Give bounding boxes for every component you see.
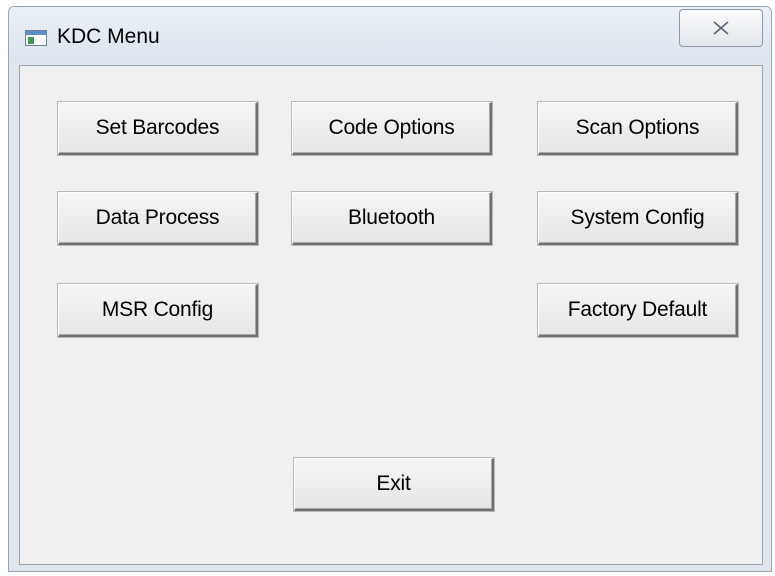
factory-default-button[interactable]: Factory Default (538, 284, 738, 337)
bluetooth-button[interactable]: Bluetooth (292, 192, 492, 245)
set-barcodes-button[interactable]: Set Barcodes (58, 102, 258, 155)
window-app-icon (25, 30, 47, 46)
system-config-button[interactable]: System Config (538, 192, 738, 245)
dialog-client-area: Set Barcodes Code Options Scan Options D… (19, 65, 763, 565)
title-bar[interactable]: KDC Menu (9, 7, 771, 63)
close-x-icon (713, 21, 729, 35)
kdc-menu-window: KDC Menu Set Barcodes Code Options Scan … (8, 6, 772, 572)
scan-options-button[interactable]: Scan Options (538, 102, 738, 155)
exit-button[interactable]: Exit (294, 458, 494, 511)
data-process-button[interactable]: Data Process (58, 192, 258, 245)
msr-config-button[interactable]: MSR Config (58, 284, 258, 337)
code-options-button[interactable]: Code Options (292, 102, 492, 155)
close-button[interactable] (679, 9, 763, 47)
window-title: KDC Menu (57, 25, 160, 48)
